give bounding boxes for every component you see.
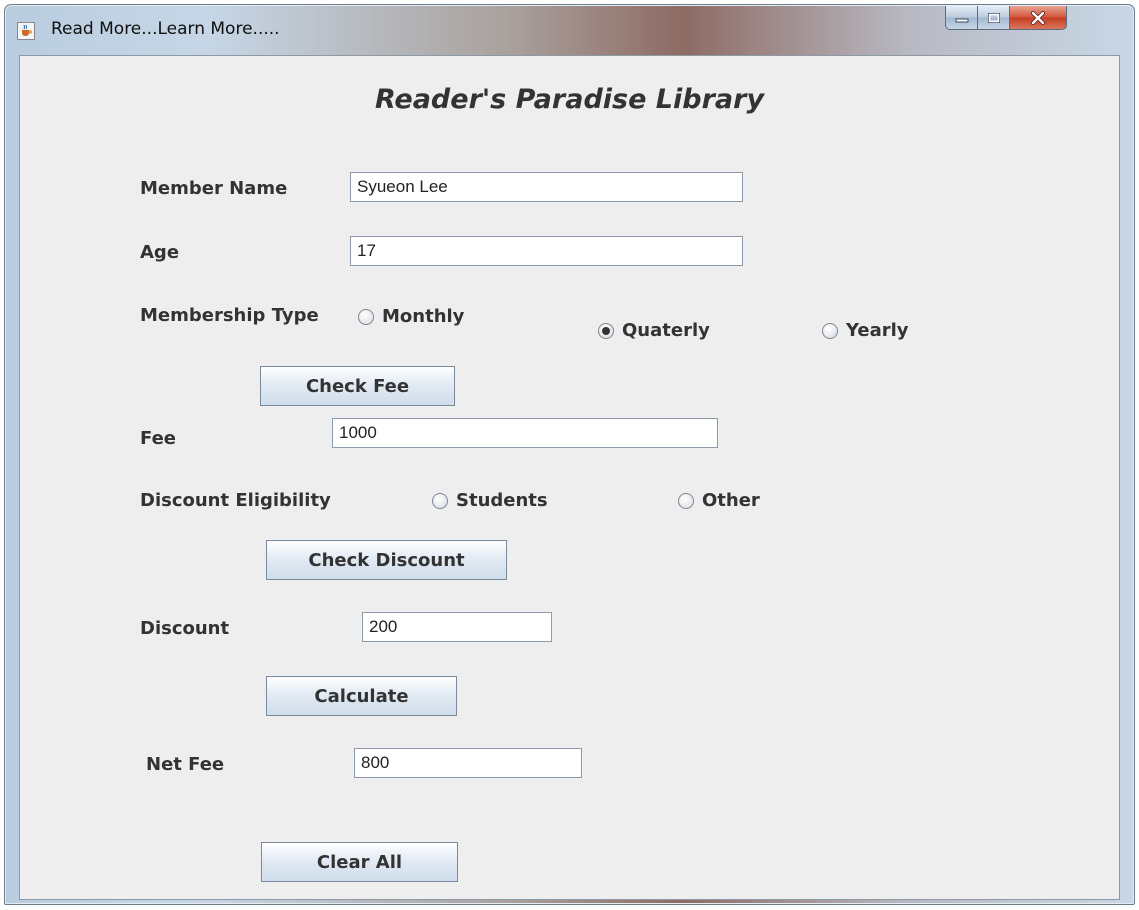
minimize-button[interactable] [945, 6, 978, 30]
calculate-button[interactable]: Calculate [266, 676, 457, 716]
window-title: Read More...Learn More..... [51, 19, 280, 39]
age-label: Age [140, 242, 180, 263]
app-window: Read More...Learn More..... Reader's Par… [4, 4, 1135, 905]
java-coffee-icon [17, 22, 35, 40]
discount-label: Discount [140, 618, 230, 639]
maximize-icon [987, 12, 1000, 23]
form-panel: Reader's Paradise Library Member Name Sy… [19, 55, 1120, 900]
close-icon [1031, 10, 1045, 25]
radio-monthly-label: Monthly [382, 306, 465, 327]
discount-input[interactable]: 200 [362, 612, 552, 642]
radio-quaterly-label: Quaterly [622, 320, 710, 341]
net-fee-label: Net Fee [146, 754, 225, 775]
fee-input[interactable]: 1000 [332, 418, 718, 448]
radio-monthly[interactable]: Monthly [358, 306, 464, 327]
check-discount-button[interactable]: Check Discount [266, 540, 507, 580]
radio-students-indicator[interactable] [432, 492, 448, 509]
radio-yearly-indicator[interactable] [822, 322, 838, 339]
radio-monthly-indicator[interactable] [358, 308, 374, 325]
radio-yearly-label: Yearly [846, 320, 909, 341]
title-bar[interactable]: Read More...Learn More..... [5, 5, 1134, 55]
minimize-icon [955, 18, 968, 22]
radio-other[interactable]: Other [678, 490, 760, 511]
radio-quaterly[interactable]: Quaterly [598, 320, 710, 341]
net-fee-input[interactable]: 800 [354, 748, 582, 778]
radio-yearly[interactable]: Yearly [822, 320, 909, 341]
radio-students-label: Students [456, 490, 548, 511]
discount-eligibility-label: Discount Eligibility [140, 490, 331, 511]
close-button[interactable] [1009, 6, 1067, 30]
clear-all-button[interactable]: Clear All [261, 842, 458, 882]
maximize-button[interactable] [977, 6, 1010, 30]
page-title: Reader's Paradise Library [374, 84, 765, 115]
check-fee-button[interactable]: Check Fee [260, 366, 455, 406]
radio-other-indicator[interactable] [678, 492, 694, 509]
member-name-label: Member Name [140, 178, 288, 199]
radio-quaterly-indicator[interactable] [598, 322, 614, 339]
radio-other-label: Other [702, 490, 760, 511]
member-name-input[interactable]: Syueon Lee [350, 172, 743, 202]
radio-students[interactable]: Students [432, 490, 548, 511]
fee-label: Fee [140, 428, 176, 449]
age-input[interactable]: 17 [350, 236, 743, 266]
membership-type-label: Membership Type [140, 305, 319, 326]
